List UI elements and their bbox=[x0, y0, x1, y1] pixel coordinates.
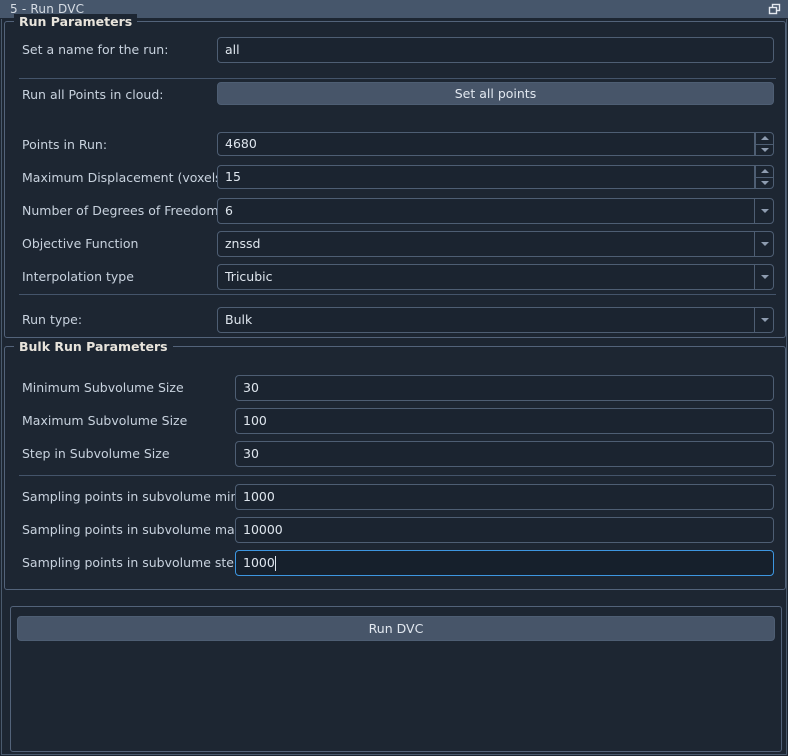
max-subvolume-size-input[interactable]: 100 bbox=[235, 408, 774, 434]
degrees-of-freedom-value: 6 bbox=[225, 203, 233, 218]
separator-3 bbox=[19, 475, 776, 476]
chevron-down-icon[interactable] bbox=[754, 264, 774, 290]
float-restore-glyph bbox=[768, 3, 780, 14]
run-action-group: Run DVC bbox=[10, 606, 782, 752]
run-type-value: Bulk bbox=[225, 312, 253, 327]
chevron-down-icon[interactable] bbox=[754, 198, 774, 224]
separator-1 bbox=[19, 78, 776, 79]
run-parameters-group: Run Parameters Set a name for the run: a… bbox=[4, 14, 786, 338]
run-type-combobox[interactable]: Bulk bbox=[217, 307, 774, 333]
label-interpolation-type: Interpolation type bbox=[22, 269, 134, 284]
interpolation-type-combobox[interactable]: Tricubic bbox=[217, 264, 774, 290]
label-max-subvolume-size: Maximum Subvolume Size bbox=[22, 413, 188, 428]
chevron-down-icon[interactable] bbox=[754, 231, 774, 257]
run-parameters-group-title: Run Parameters bbox=[14, 14, 138, 29]
run-name-input[interactable]: all bbox=[217, 37, 774, 63]
points-in-run-stepper[interactable] bbox=[754, 132, 774, 156]
objective-function-combobox[interactable]: znssd bbox=[217, 231, 774, 257]
label-run-name: Set a name for the run: bbox=[22, 42, 169, 57]
objective-function-value: znssd bbox=[225, 236, 261, 251]
spin-up-icon[interactable] bbox=[755, 132, 774, 145]
label-run-all-points: Run all Points in cloud: bbox=[22, 87, 164, 102]
max-displacement-value: 15 bbox=[225, 169, 241, 184]
row-degrees-of-freedom-label: Number of Degrees of Freedom bbox=[22, 203, 219, 219]
row-sampling-max-label: Sampling points in subvolume max bbox=[22, 522, 242, 538]
run-dvc-button-label: Run DVC bbox=[368, 620, 424, 636]
step-subvolume-size-value: 30 bbox=[243, 446, 259, 461]
row-min-subvolume-label: Minimum Subvolume Size bbox=[22, 380, 184, 396]
max-displacement-spinbox[interactable]: 15 bbox=[217, 165, 774, 189]
interpolation-type-value: Tricubic bbox=[225, 269, 273, 284]
row-step-subvolume-label: Step in Subvolume Size bbox=[22, 446, 170, 462]
sampling-points-min-input[interactable]: 1000 bbox=[235, 484, 774, 510]
set-all-points-button-label: Set all points bbox=[454, 85, 537, 101]
label-sampling-points-max: Sampling points in subvolume max bbox=[22, 522, 243, 537]
row-run-all-points-label: Run all Points in cloud: bbox=[22, 87, 163, 103]
points-in-run-value: 4680 bbox=[225, 136, 257, 151]
points-in-run-spinbox[interactable]: 4680 bbox=[217, 132, 774, 156]
float-restore-icon[interactable] bbox=[766, 1, 782, 17]
main-panel: Run Parameters Set a name for the run: a… bbox=[1, 14, 787, 755]
label-objective-function: Objective Function bbox=[22, 236, 139, 251]
row-max-subvolume-label: Maximum Subvolume Size bbox=[22, 413, 187, 429]
row-sampling-min-label: Sampling points in subvolume min bbox=[22, 489, 238, 505]
row-points-in-run-label: Points in Run: bbox=[22, 137, 107, 153]
label-max-displacement: Maximum Displacement (voxels) bbox=[22, 170, 227, 185]
row-sampling-step-label: Sampling points in subvolume step bbox=[22, 555, 242, 571]
label-sampling-points-step: Sampling points in subvolume step bbox=[22, 555, 242, 570]
bulk-run-parameters-group-title: Bulk Run Parameters bbox=[14, 339, 173, 354]
sampling-points-max-value: 10000 bbox=[243, 522, 283, 537]
row-max-displacement-label: Maximum Displacement (voxels) bbox=[22, 170, 227, 186]
label-sampling-points-min: Sampling points in subvolume min bbox=[22, 489, 239, 504]
degrees-of-freedom-combobox[interactable]: 6 bbox=[217, 198, 774, 224]
sampling-points-step-input[interactable]: 1000 bbox=[235, 550, 774, 576]
set-all-points-button[interactable]: Set all points bbox=[217, 82, 774, 105]
min-subvolume-size-input[interactable]: 30 bbox=[235, 375, 774, 401]
max-subvolume-size-value: 100 bbox=[243, 413, 267, 428]
separator-2 bbox=[19, 294, 776, 295]
sampling-points-max-input[interactable]: 10000 bbox=[235, 517, 774, 543]
run-dvc-window: 5 - Run DVC Run Parameters Set a name fo… bbox=[0, 0, 788, 756]
row-interpolation-type-label: Interpolation type bbox=[22, 269, 134, 285]
row-run-name-label: Set a name for the run: bbox=[22, 42, 168, 58]
text-caret bbox=[274, 555, 276, 571]
label-degrees-of-freedom: Number of Degrees of Freedom bbox=[22, 203, 219, 218]
label-points-in-run: Points in Run: bbox=[22, 137, 108, 152]
step-subvolume-size-input[interactable]: 30 bbox=[235, 441, 774, 467]
label-step-subvolume-size: Step in Subvolume Size bbox=[22, 446, 170, 461]
label-min-subvolume-size: Minimum Subvolume Size bbox=[22, 380, 184, 395]
chevron-down-icon[interactable] bbox=[754, 307, 774, 333]
run-dvc-button[interactable]: Run DVC bbox=[17, 616, 775, 641]
sampling-points-step-value: 1000 bbox=[243, 555, 275, 570]
spin-down-icon[interactable] bbox=[755, 144, 774, 156]
bulk-run-parameters-group: Bulk Run Parameters Minimum Subvolume Si… bbox=[4, 339, 786, 590]
label-run-type: Run type: bbox=[22, 312, 83, 327]
run-name-input-value: all bbox=[225, 42, 240, 57]
spin-up-icon[interactable] bbox=[755, 165, 774, 178]
spin-down-icon[interactable] bbox=[755, 177, 774, 189]
min-subvolume-size-value: 30 bbox=[243, 380, 259, 395]
row-run-type-label: Run type: bbox=[22, 312, 82, 328]
row-objective-function-label: Objective Function bbox=[22, 236, 138, 252]
sampling-points-min-value: 1000 bbox=[243, 489, 275, 504]
max-displacement-stepper[interactable] bbox=[754, 165, 774, 189]
